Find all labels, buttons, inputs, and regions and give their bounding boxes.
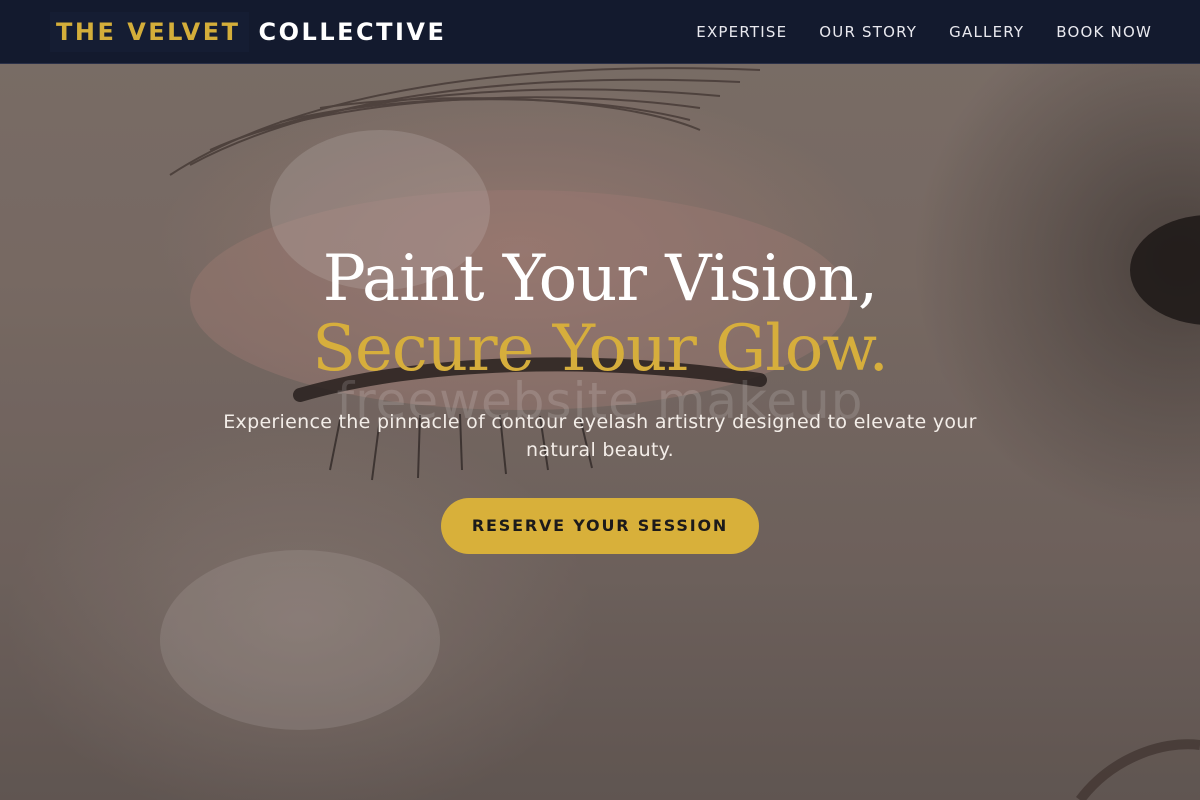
hero-content: Paint Your Vision, Secure Your Glow. Exp… [0, 244, 1200, 554]
hero-subtitle: Experience the pinnacle of contour eyela… [223, 411, 977, 461]
nav-link-gallery[interactable]: GALLERY [949, 23, 1024, 41]
landing-page: THE VELVET COLLECTIVE EXPERTISE OUR STOR… [0, 0, 1200, 800]
site-logo[interactable]: THE VELVET COLLECTIVE [50, 0, 446, 64]
site-header: THE VELVET COLLECTIVE EXPERTISE OUR STOR… [0, 0, 1200, 64]
nav-link-expertise[interactable]: EXPERTISE [696, 23, 787, 41]
nav-link-book-now[interactable]: BOOK NOW [1056, 23, 1152, 41]
nav-link-our-story[interactable]: OUR STORY [819, 23, 917, 41]
headline-line-1: Paint Your Vision, [322, 242, 878, 316]
headline-line-2: Secure Your Glow. [312, 312, 889, 386]
reserve-session-button[interactable]: RESERVE YOUR SESSION [441, 498, 759, 554]
logo-text-the-velvet: THE VELVET [50, 11, 249, 52]
main-nav: EXPERTISE OUR STORY GALLERY BOOK NOW [696, 23, 1152, 41]
logo-text-collective: COLLECTIVE [258, 17, 447, 46]
hero-headline: Paint Your Vision, Secure Your Glow. [0, 244, 1200, 384]
